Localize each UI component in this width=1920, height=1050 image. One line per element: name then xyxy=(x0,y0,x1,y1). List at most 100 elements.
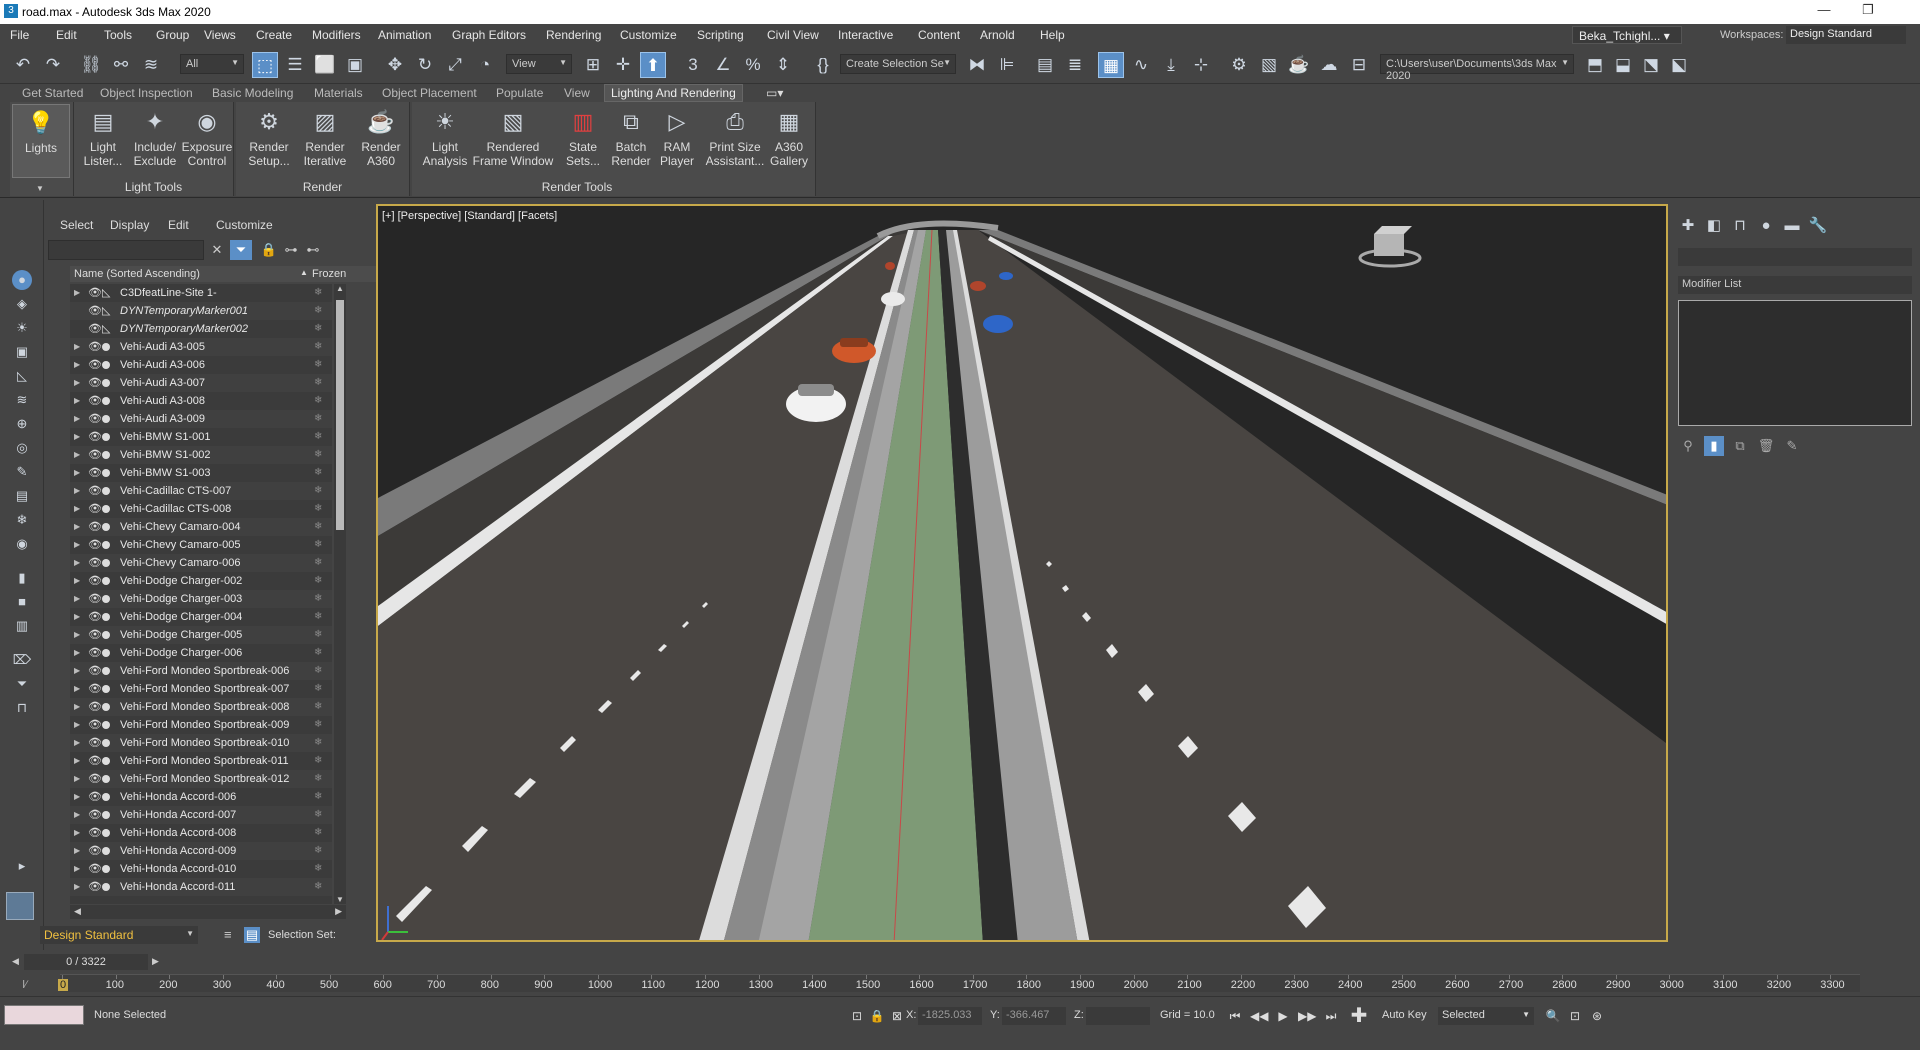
explorer-row[interactable]: ▶ 👁 Vehi-Honda Accord-007 ❄ xyxy=(70,806,332,824)
freeze-icon[interactable]: ❄ xyxy=(314,302,322,320)
explorer-row[interactable]: 👁 ◺ DYNTemporaryMarker002 ❄ xyxy=(70,320,332,338)
expand-arrow-icon[interactable]: ▶ xyxy=(74,500,80,518)
remove-modifier-icon[interactable]: 🗑 xyxy=(1756,436,1776,456)
explorer-row[interactable]: ▶ 👁 Vehi-Dodge Charger-004 ❄ xyxy=(70,608,332,626)
percent-snap-icon[interactable]: % xyxy=(740,52,766,78)
redo-icon[interactable]: ↷ xyxy=(40,52,66,78)
freeze-icon[interactable]: ❄ xyxy=(314,410,322,428)
freeze-icon[interactable]: ❄ xyxy=(314,392,322,410)
freeze-icon[interactable]: ❄ xyxy=(314,572,322,590)
menu-content[interactable]: Content xyxy=(918,28,960,42)
visibility-eye-icon[interactable]: 👁 xyxy=(88,410,102,428)
bind-space-warp-icon[interactable]: ≋ xyxy=(138,52,164,78)
name-column-header[interactable]: Name (Sorted Ascending) xyxy=(74,268,200,280)
rectangular-selection-icon[interactable]: ⬜ xyxy=(312,52,338,78)
lock-selection-icon[interactable]: ⊓ xyxy=(12,698,32,718)
explorer-row[interactable]: ▶ 👁 Vehi-Honda Accord-006 ❄ xyxy=(70,788,332,806)
scroll-right-icon[interactable]: ▶ xyxy=(335,906,342,917)
render-production-icon[interactable]: ☕ xyxy=(1286,52,1312,78)
visibility-eye-icon[interactable]: 👁 xyxy=(88,446,102,464)
hierarchy-tab-icon[interactable]: ⊓ xyxy=(1728,214,1752,238)
visibility-eye-icon[interactable]: 👁 xyxy=(88,428,102,446)
layers-icon[interactable]: ⊷ xyxy=(302,240,324,260)
visibility-eye-icon[interactable]: 👁 xyxy=(88,590,102,608)
previous-frame-icon[interactable]: ◀◀ xyxy=(1250,1007,1268,1025)
slider-right-arrow-icon[interactable]: ▶ xyxy=(152,956,159,967)
angle-snap-icon[interactable]: ∠ xyxy=(710,52,736,78)
select-place-icon[interactable]: ◔ xyxy=(472,52,498,78)
go-to-start-icon[interactable]: ⏮ xyxy=(1226,1007,1244,1025)
display-xrefs-icon[interactable]: ✎ xyxy=(12,462,32,482)
freeze-icon[interactable]: ❄ xyxy=(314,464,322,482)
explorer-row[interactable]: ▶ 👁 ◺ C3DfeatLine-Site 1- ❄ xyxy=(70,284,332,302)
visibility-eye-icon[interactable]: 👁 xyxy=(88,518,102,536)
display-all-icon[interactable]: ● xyxy=(12,270,32,290)
render-shortcuts-icon[interactable]: ⊟ xyxy=(1346,52,1372,78)
mirror-icon[interactable]: ⧓ xyxy=(964,52,990,78)
freeze-icon[interactable]: ❄ xyxy=(314,860,322,878)
visibility-eye-icon[interactable]: 👁 xyxy=(88,464,102,482)
explorer-row[interactable]: ▶ 👁 Vehi-Audi A3-006 ❄ xyxy=(70,356,332,374)
batch-render-button[interactable]: ⧉ Batch Render xyxy=(608,104,654,178)
expand-arrow-icon[interactable]: ▶ xyxy=(74,752,80,770)
visibility-eye-icon[interactable]: 👁 xyxy=(88,788,102,806)
window-crossing-icon[interactable]: ▣ xyxy=(342,52,368,78)
menu-civil-view[interactable]: Civil View xyxy=(767,28,819,42)
expand-arrow-icon[interactable]: ▶ xyxy=(74,662,80,680)
menu-tools[interactable]: Tools xyxy=(104,28,132,42)
expand-arrow-icon[interactable]: ▶ xyxy=(74,716,80,734)
selection-lock-icon[interactable]: 🔒 xyxy=(868,1007,886,1025)
display-hidden-icon[interactable]: ▮ xyxy=(12,568,32,588)
selection-filter-dropdown[interactable]: All ▼ xyxy=(180,54,244,74)
snaps-toggle-icon[interactable]: 3 xyxy=(680,52,706,78)
link-icon[interactable]: ⛓ xyxy=(78,52,104,78)
visibility-eye-icon[interactable]: 👁 xyxy=(88,608,102,626)
utilities-tab-icon[interactable]: 🔧 xyxy=(1806,214,1830,238)
expand-arrow-icon[interactable]: ▶ xyxy=(74,374,80,392)
display-geometry-icon[interactable]: ◈ xyxy=(12,294,32,314)
expand-arrow-icon[interactable]: ▶ xyxy=(74,482,80,500)
freeze-icon[interactable]: ❄ xyxy=(314,608,322,626)
visibility-eye-icon[interactable]: 👁 xyxy=(88,500,102,518)
explorer-row[interactable]: ▶ 👁 Vehi-Honda Accord-008 ❄ xyxy=(70,824,332,842)
layer-explorer-icon[interactable]: ≣ xyxy=(1062,52,1088,78)
explorer-row[interactable]: ▶ 👁 Vehi-Chevy Camaro-005 ❄ xyxy=(70,536,332,554)
render-setup-button[interactable]: ⚙ Render Setup... xyxy=(240,104,298,178)
visibility-eye-icon[interactable]: 👁 xyxy=(88,536,102,554)
display-groups-icon[interactable]: ◎ xyxy=(12,438,32,458)
viewport-label[interactable]: [+] [Perspective] [Standard] [Facets] xyxy=(382,210,557,222)
scene-explorer-toggle-icon[interactable]: ▤ xyxy=(1032,52,1058,78)
maxscript-listener-box[interactable] xyxy=(4,1005,84,1025)
visibility-eye-icon[interactable]: 👁 xyxy=(88,824,102,842)
visibility-eye-icon[interactable]: 👁 xyxy=(88,356,102,374)
align-icon[interactable]: ⊫ xyxy=(994,52,1020,78)
create-tab-icon[interactable]: ✚ xyxy=(1676,214,1700,238)
display-tab-icon[interactable]: ▬ xyxy=(1780,214,1804,238)
menu-modifiers[interactable]: Modifiers xyxy=(312,28,361,42)
freeze-icon[interactable]: ❄ xyxy=(314,284,322,302)
visibility-eye-icon[interactable]: 👁 xyxy=(88,374,102,392)
tab-basic-modeling[interactable]: Basic Modeling xyxy=(212,86,293,100)
menu-interactive[interactable]: Interactive xyxy=(838,28,893,42)
expand-arrow-icon[interactable]: ▶ xyxy=(74,572,80,590)
explorer-row[interactable]: ▶ 👁 Vehi-Dodge Charger-002 ❄ xyxy=(70,572,332,590)
configure-modifier-sets-icon[interactable]: ✎ xyxy=(1782,436,1802,456)
y-coordinate-field[interactable]: -366.467 xyxy=(1002,1007,1066,1025)
freeze-icon[interactable]: ❄ xyxy=(314,500,322,518)
expand-arrow-icon[interactable]: ▶ xyxy=(74,788,80,806)
freeze-icon[interactable]: ❄ xyxy=(314,824,322,842)
clear-search-icon[interactable]: ✕ xyxy=(206,240,228,260)
expand-arrow-icon[interactable]: ▶ xyxy=(74,446,80,464)
include-exclude-button[interactable]: ✦ Include/Exclude xyxy=(126,104,184,178)
filter-toggle-icon[interactable]: ⏷ xyxy=(230,240,252,260)
explorer-row[interactable]: ▶ 👁 Vehi-Honda Accord-009 ❄ xyxy=(70,842,332,860)
display-spacewarps-icon[interactable]: ⊕ xyxy=(12,414,32,434)
visibility-eye-icon[interactable]: 👁 xyxy=(88,554,102,572)
tab-lighting-and-rendering[interactable]: Lighting And Rendering xyxy=(604,84,743,102)
export-icon[interactable]: ⬔ xyxy=(1638,52,1664,78)
perspective-viewport[interactable]: [+] [Perspective] [Standard] [Facets] xyxy=(376,204,1668,942)
expand-arrow-icon[interactable]: ▶ xyxy=(74,608,80,626)
expand-arrow-icon[interactable]: ▶ xyxy=(74,680,80,698)
expand-arrow-icon[interactable]: ▶ xyxy=(74,734,80,752)
import-icon[interactable]: ⬓ xyxy=(1610,52,1636,78)
